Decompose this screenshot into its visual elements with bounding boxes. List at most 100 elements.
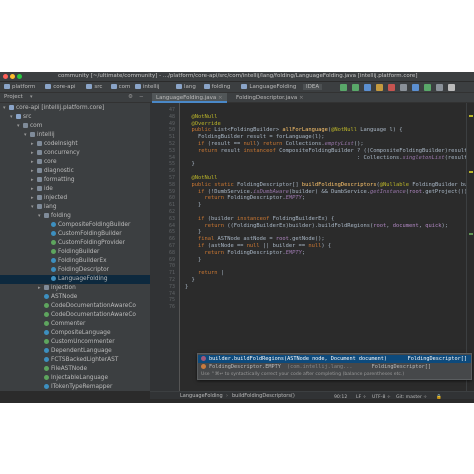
tree-item[interactable]: ▾ folding — [0, 212, 150, 221]
tree-item[interactable]: ▾ com — [0, 122, 150, 131]
tree-item[interactable]: CustomUncommenter — [0, 338, 150, 347]
pkg-icon — [37, 203, 42, 209]
completion-item-build-fold-regions[interactable]: builder.buildFoldRegions(ASTNode node, D… — [198, 355, 471, 363]
tree-item[interactable]: ▸ injection — [0, 284, 150, 293]
completion-item-empty[interactable]: FoldingDescriptor.EMPTY (com.intellij.la… — [198, 363, 471, 371]
tree-item[interactable]: DependentLanguage — [0, 347, 150, 356]
git-commit-icon[interactable] — [424, 84, 431, 91]
minimize-window-button[interactable] — [10, 74, 15, 79]
tree-item[interactable]: ITokenTypeRemapper — [0, 383, 150, 391]
breadcrumb-class[interactable]: LanguageFolding — [180, 392, 223, 400]
caret-position[interactable]: 90:12 — [334, 394, 347, 402]
iface-icon — [44, 374, 49, 380]
line-separator[interactable]: LF ÷ — [356, 394, 367, 402]
tree-item[interactable]: ▸ concurrency — [0, 149, 150, 158]
stop-icon[interactable] — [388, 84, 395, 91]
run-icon[interactable] — [340, 84, 347, 91]
tree-item[interactable]: CompositeFoldingBuilder — [0, 221, 150, 230]
navbar-crumb[interactable]: platform — [4, 84, 35, 90]
tree-item[interactable]: InjectableLanguage — [0, 374, 150, 383]
code-line: } — [185, 283, 189, 290]
tree-item[interactable]: Commenter — [0, 320, 150, 329]
folder-icon — [134, 84, 141, 89]
tree-item[interactable]: FoldingBuilder — [0, 248, 150, 257]
change-marker[interactable] — [469, 233, 473, 235]
navbar-crumb[interactable]: src — [86, 84, 102, 90]
navbar-crumb[interactable]: intellij — [134, 84, 159, 90]
class-icon — [51, 275, 56, 281]
search-icon[interactable] — [448, 84, 455, 91]
folder-icon — [110, 84, 117, 89]
coverage-icon[interactable] — [364, 84, 371, 91]
iface-icon — [51, 248, 56, 254]
lock-icon[interactable]: 🔒 — [436, 394, 442, 402]
tree-item[interactable]: ▸ formatting — [0, 176, 150, 185]
tree-item[interactable]: ▸ ide — [0, 185, 150, 194]
gear-icon[interactable]: ⚙ — [128, 94, 133, 100]
tree-item[interactable]: ▾ core-api [intellij.platform.core] — [0, 104, 150, 113]
tree-item[interactable]: ▾ intellij — [0, 131, 150, 140]
tree-item[interactable]: LanguageFolding — [0, 275, 150, 284]
tree-item[interactable]: CodeDocumentationAwareCo — [0, 311, 150, 320]
tree-item[interactable]: ▾ lang — [0, 203, 150, 212]
tree-item[interactable]: CodeDocumentationAwareCo — [0, 302, 150, 311]
line-number: 73 — [168, 283, 175, 290]
code-line: FoldingBuilder result = forLanguage(l); — [185, 134, 325, 141]
code-line: } — [185, 256, 202, 263]
code-editor[interactable]: @NotNull @Override public List<FoldingBu… — [181, 103, 466, 391]
vcs-branch[interactable]: Git: master ÷ — [396, 394, 427, 402]
close-icon[interactable]: × — [218, 95, 223, 101]
completion-popup[interactable]: builder.buildFoldRegions(ASTNode node, D… — [197, 353, 472, 380]
navbar-crumb[interactable]: LanguageFolding — [241, 84, 296, 90]
hide-panel-icon[interactable]: − — [139, 94, 144, 100]
pkg-icon — [37, 140, 42, 146]
editor-scrollbar[interactable] — [466, 103, 474, 391]
run-configuration-select[interactable]: IDEA — [303, 84, 323, 90]
tree-item-label: CodeDocumentationAwareCo — [51, 312, 136, 318]
file-encoding[interactable]: UTF-8 ÷ — [372, 394, 391, 402]
iface-icon — [44, 365, 49, 371]
tree-item-label: Commenter — [51, 321, 86, 327]
line-number: 52 — [168, 141, 175, 147]
tree-item[interactable]: FoldingBuilderEx — [0, 257, 150, 266]
tree-item[interactable]: FCTSBackedLighterAST — [0, 356, 150, 365]
chevron-down-icon[interactable]: ▾ — [30, 94, 33, 100]
tree-item[interactable]: ASTNode — [0, 293, 150, 302]
zoom-window-button[interactable] — [17, 74, 22, 79]
history-icon[interactable] — [436, 84, 443, 91]
project-view-label[interactable]: Project — [4, 94, 23, 100]
git-update-icon[interactable] — [412, 84, 419, 91]
navbar-crumb[interactable]: core-api — [45, 84, 75, 90]
close-icon[interactable]: × — [299, 95, 304, 101]
tree-item[interactable]: ▸ injected — [0, 194, 150, 203]
tree-item[interactable]: CustomFoldingBuilder — [0, 230, 150, 239]
breadcrumb-method[interactable]: buildFoldingDescriptors() — [232, 392, 295, 400]
tab-languagefolding[interactable]: LanguageFolding.java × — [152, 93, 227, 103]
tree-item[interactable]: ▸ codeInsight — [0, 140, 150, 149]
profile-icon[interactable] — [376, 84, 383, 91]
navbar-crumb[interactable]: com — [110, 84, 130, 90]
warning-marker[interactable] — [469, 171, 473, 173]
tab-foldingdescriptor[interactable]: FoldingDescriptor.java × — [232, 93, 308, 103]
warning-marker[interactable] — [469, 115, 473, 117]
navbar-crumb[interactable]: folding — [203, 84, 230, 90]
tree-item[interactable]: CustomFoldingProvider — [0, 239, 150, 248]
tree-item[interactable]: ▾ src — [0, 113, 150, 122]
tree-item[interactable]: CompositeLanguage — [0, 329, 150, 338]
code-line: if (builder instanceof FoldingBuilderEx)… — [197, 215, 335, 222]
line-number: 56 — [168, 168, 175, 175]
tree-item[interactable]: FoldingDescriptor — [0, 266, 150, 275]
completion-package: (com.intellij.lang... — [286, 364, 353, 370]
code-line: } — [185, 277, 195, 283]
build-icon[interactable] — [400, 84, 407, 91]
editor-tabs: LanguageFolding.java × FoldingDescriptor… — [150, 93, 474, 103]
project-tree: ▾ core-api [intellij.platform.core] ▾ src ▾ c… — [0, 103, 150, 391]
debug-icon[interactable] — [352, 84, 359, 91]
tree-item[interactable]: ▸ diagnostic — [0, 167, 150, 176]
navbar-crumb[interactable]: lang — [176, 84, 196, 90]
tree-item[interactable]: ▸ core — [0, 158, 150, 167]
close-window-button[interactable] — [3, 74, 8, 79]
line-number: 70 — [168, 263, 175, 270]
tree-item[interactable]: FileASTNode — [0, 365, 150, 374]
line-number: 64 — [168, 222, 175, 229]
